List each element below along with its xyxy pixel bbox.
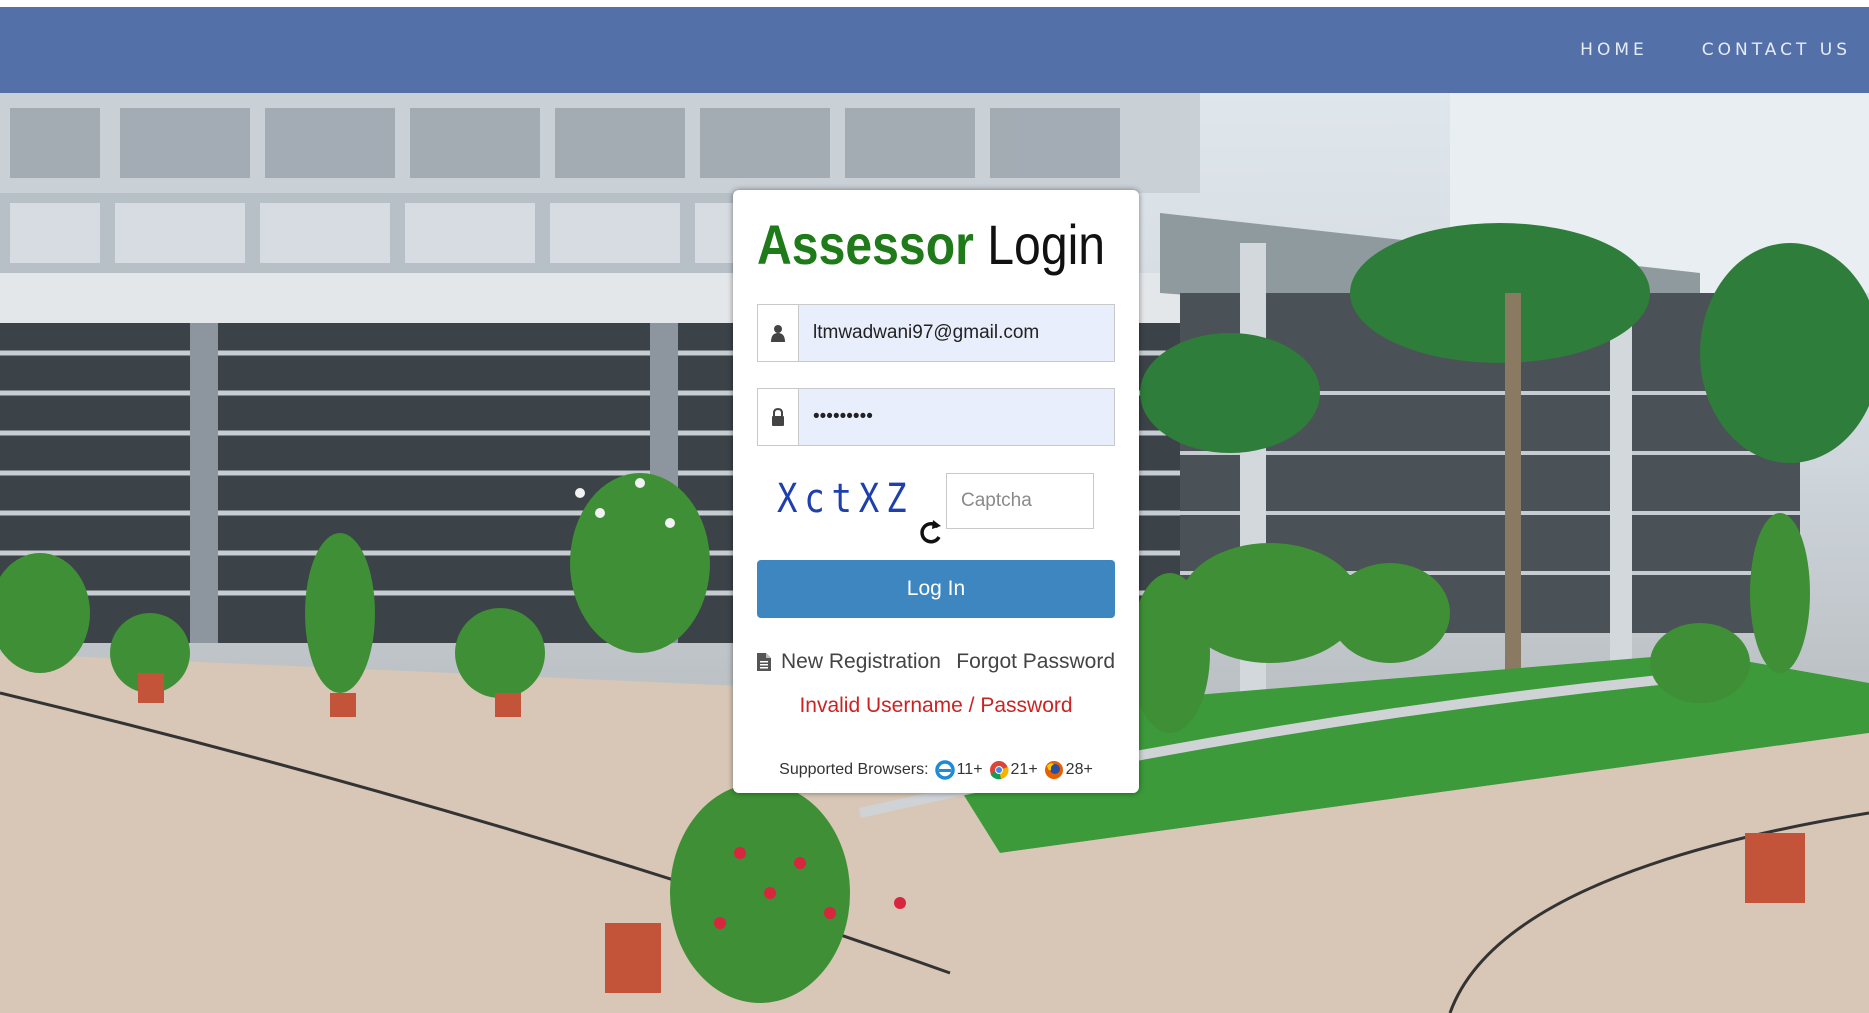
user-icon xyxy=(758,305,799,361)
title-login: Login xyxy=(987,213,1106,276)
captcha-input[interactable] xyxy=(946,473,1094,529)
refresh-icon[interactable] xyxy=(919,518,943,546)
new-registration-link[interactable]: New Registration xyxy=(781,650,941,674)
supported-browsers-label: Supported Browsers: xyxy=(779,761,929,778)
new-registration-group: New Registration xyxy=(757,650,941,674)
title-assessor: Assessor xyxy=(757,213,974,276)
forgot-password-link[interactable]: Forgot Password xyxy=(956,650,1115,674)
lock-icon xyxy=(758,389,799,445)
firefox-icon xyxy=(1044,761,1063,779)
password-group xyxy=(757,388,1115,446)
page: HOME CONTACT US Assessor Login ltmwadwan… xyxy=(0,0,1869,1013)
nav-links: HOME CONTACT US xyxy=(1580,7,1851,93)
captcha-image: XctXZ xyxy=(777,476,914,522)
nav-home-link[interactable]: HOME xyxy=(1580,40,1648,60)
login-title: Assessor Login xyxy=(757,210,1105,280)
browser-ie-version: 11+ xyxy=(956,761,983,778)
login-card: Assessor Login XctXZ xyxy=(733,190,1139,793)
auth-links-row: New Registration Forgot Password xyxy=(757,647,1115,677)
username-group xyxy=(757,304,1115,362)
login-button[interactable]: Log In xyxy=(757,560,1115,618)
top-navbar: HOME CONTACT US xyxy=(0,7,1869,93)
browser-chrome: 21+ xyxy=(989,760,1038,780)
username-input[interactable] xyxy=(799,305,1114,361)
internet-explorer-icon xyxy=(934,760,955,780)
browser-firefox-version: 28+ xyxy=(1065,761,1093,778)
nav-contact-link[interactable]: CONTACT US xyxy=(1702,40,1851,60)
browser-ie: 11+ xyxy=(934,760,983,780)
document-icon xyxy=(757,653,771,671)
browser-firefox: 28+ xyxy=(1044,760,1093,780)
password-input[interactable] xyxy=(799,389,1114,445)
chrome-icon xyxy=(989,761,1009,780)
browser-chrome-version: 21+ xyxy=(1010,761,1038,778)
error-message: Invalid Username / Password xyxy=(799,694,1073,717)
supported-browsers: Supported Browsers: 11+ 21+ 28+ xyxy=(733,760,1139,780)
